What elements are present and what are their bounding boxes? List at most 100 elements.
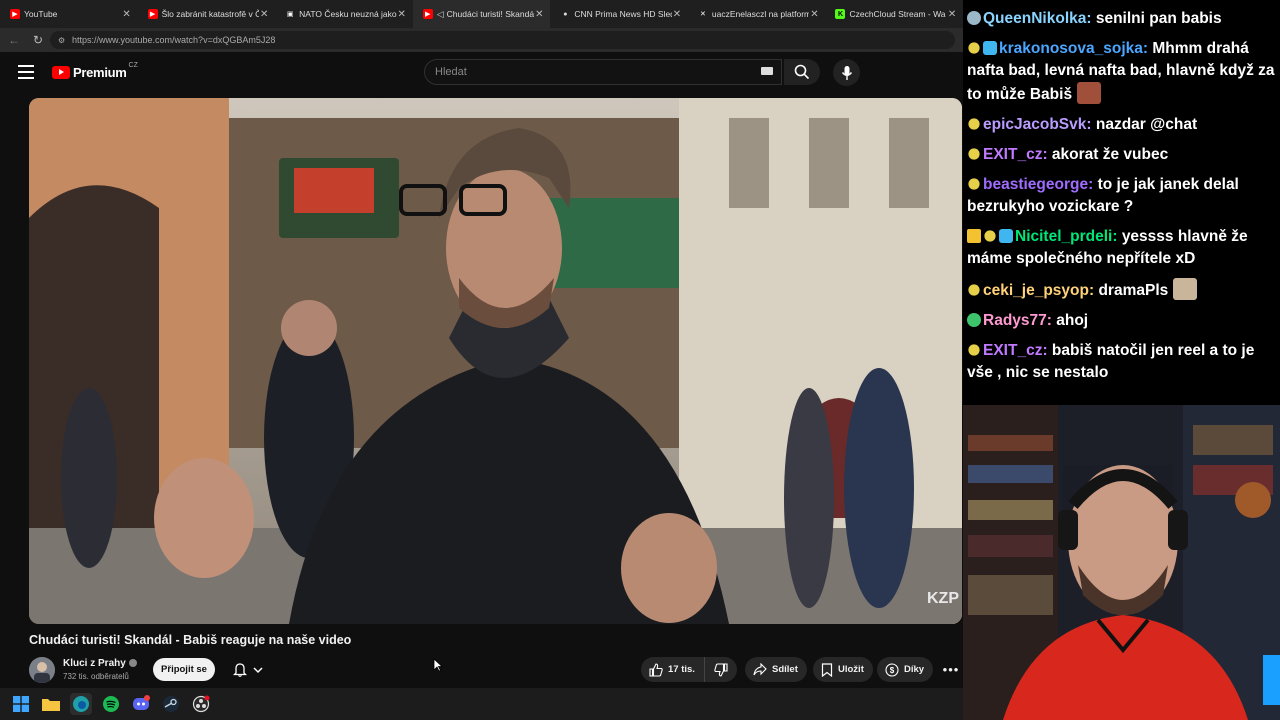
spotify-icon bbox=[103, 696, 119, 712]
chat-username[interactable]: QueenNikolka bbox=[983, 10, 1086, 27]
verified-icon bbox=[128, 659, 137, 668]
youtube-play-icon bbox=[52, 66, 70, 79]
browser-tab[interactable]: ▣ NATO Česku neuzná jako ú ✕ bbox=[275, 0, 413, 28]
join-button[interactable]: Připojit se bbox=[153, 658, 215, 681]
chat-username[interactable]: krakonosova_sojka bbox=[999, 40, 1143, 57]
close-tab-icon[interactable]: ✕ bbox=[122, 9, 132, 20]
chat-separator: : bbox=[1086, 116, 1096, 133]
tab-title: CNN Prima News HD Sleduj bbox=[574, 9, 672, 19]
obs-icon bbox=[192, 695, 210, 713]
chat-message: EXIT_cz: babiš natočil jen reel a to je … bbox=[966, 340, 1276, 384]
browser-address-bar: ← ↻ ⚙ https://www.youtube.com/watch?v=dx… bbox=[0, 28, 963, 52]
close-tab-icon[interactable]: ✕ bbox=[397, 9, 407, 20]
channel-name: Kluci z Prahy bbox=[63, 658, 126, 669]
menu-icon[interactable] bbox=[18, 65, 34, 79]
chevron-down-icon bbox=[253, 666, 263, 673]
gift-badge-icon bbox=[967, 313, 981, 327]
voice-search-button[interactable] bbox=[833, 59, 860, 86]
taskbar-steam[interactable] bbox=[160, 693, 182, 715]
edge-icon bbox=[73, 696, 89, 712]
notification-bell-button[interactable] bbox=[226, 658, 270, 681]
thanks-button[interactable]: $ Díky bbox=[877, 657, 933, 682]
youtube-premium-logo[interactable]: Premium CZ bbox=[52, 62, 138, 80]
speaker-icon[interactable]: ◁ bbox=[437, 9, 444, 20]
mouse-cursor bbox=[433, 658, 444, 677]
sub-badge-icon bbox=[966, 146, 982, 162]
video-frame: KZP bbox=[29, 98, 962, 624]
chat-text: ahoj bbox=[1056, 312, 1089, 329]
taskbar-file-explorer[interactable] bbox=[40, 693, 62, 715]
keyboard-icon[interactable] bbox=[761, 67, 773, 75]
gem-icon bbox=[983, 41, 997, 55]
close-tab-icon[interactable]: ✕ bbox=[534, 9, 544, 20]
chat-username[interactable]: epicJacobSvk bbox=[983, 116, 1086, 133]
tab-title: Šlo zabránit katastrofě v Čern bbox=[161, 9, 260, 19]
search-placeholder: Hledat bbox=[435, 66, 467, 78]
chat-username[interactable]: EXIT_cz bbox=[983, 146, 1042, 163]
chat-message: Nicitel_prdeli: yessss hlavně že máme sp… bbox=[967, 226, 1276, 270]
url-field[interactable]: ⚙ https://www.youtube.com/watch?v=dxQGBA… bbox=[50, 31, 955, 49]
reload-button[interactable]: ↻ bbox=[28, 30, 48, 50]
sub-badge-icon bbox=[966, 40, 982, 56]
close-tab-icon[interactable]: ✕ bbox=[672, 9, 682, 20]
taskbar-edge[interactable] bbox=[70, 693, 92, 715]
stream-chat-overlay: QueenNikolka: senilni pan babis krakonoso… bbox=[963, 0, 1280, 405]
chat-separator: : bbox=[1088, 176, 1098, 193]
taskbar-discord[interactable] bbox=[130, 693, 152, 715]
browser-tab[interactable]: ✕uaczEnelasczl na platformě X✕ bbox=[688, 0, 826, 28]
search-input[interactable]: Hledat bbox=[424, 59, 782, 85]
chat-username[interactable]: ceki_je_psyop bbox=[983, 282, 1089, 299]
share-button[interactable]: Sdílet bbox=[745, 657, 807, 682]
more-actions-button[interactable]: ••• bbox=[940, 657, 962, 682]
cnn-icon: ● bbox=[563, 10, 568, 18]
video-player[interactable]: KZP bbox=[29, 98, 962, 624]
discord-icon bbox=[133, 695, 150, 710]
thumbs-up-icon bbox=[649, 662, 663, 677]
chat-username[interactable]: Radys77 bbox=[983, 312, 1047, 329]
chat-message: krakonosova_sojka: Mhmm drahá nafta bad,… bbox=[966, 38, 1276, 106]
youtube-icon: ▶ bbox=[10, 9, 20, 19]
webcam-frame bbox=[963, 405, 1280, 720]
sub-badge-icon bbox=[966, 282, 982, 298]
streamer-webcam bbox=[963, 405, 1280, 720]
browser-tab[interactable]: ● CNN Prima News HD Sleduj ✕ bbox=[550, 0, 688, 28]
dislike-button[interactable] bbox=[705, 657, 737, 682]
search-button[interactable] bbox=[784, 59, 820, 85]
microphone-icon bbox=[841, 65, 852, 80]
chat-message: EXIT_cz: akorat že vubec bbox=[966, 144, 1276, 166]
chat-separator: : bbox=[1046, 312, 1057, 329]
close-tab-icon[interactable]: ✕ bbox=[809, 9, 819, 20]
chat-message: QueenNikolka: senilni pan babis bbox=[967, 8, 1276, 30]
taskbar-spotify[interactable] bbox=[100, 693, 122, 715]
news-icon: ▣ bbox=[286, 11, 294, 18]
chat-text: akorat že vubec bbox=[1051, 146, 1169, 163]
chat-username[interactable]: EXIT_cz bbox=[983, 342, 1042, 359]
tab-title: NATO Česku neuzná jako ú bbox=[299, 9, 397, 19]
channel-name-row[interactable]: Kluci z Prahy bbox=[63, 658, 137, 669]
browser-tab[interactable]: ▶Šlo zabránit katastrofě v Čern✕ bbox=[138, 0, 276, 28]
windows-start-button[interactable] bbox=[10, 693, 32, 715]
back-button[interactable]: ← bbox=[4, 30, 24, 50]
save-button[interactable]: Uložit bbox=[813, 657, 873, 682]
bookmark-icon bbox=[821, 662, 833, 677]
dancing-emote bbox=[1173, 278, 1198, 300]
chat-separator: : bbox=[1112, 228, 1122, 245]
chat-username[interactable]: Nicitel_prdeli bbox=[1015, 228, 1112, 245]
thumbs-down-icon bbox=[714, 662, 728, 677]
bell-icon bbox=[233, 663, 247, 677]
channel-avatar[interactable] bbox=[29, 657, 55, 683]
taskbar-obs[interactable] bbox=[190, 693, 212, 715]
tab-title: CzechCloud Stream - Wa bbox=[849, 9, 946, 19]
browser-tab[interactable]: ▶ YouTube ✕ bbox=[0, 0, 138, 28]
svg-text:$: $ bbox=[890, 666, 895, 675]
chat-message: beastiegeorge: to je jak janek delal bez… bbox=[966, 174, 1276, 218]
kick-icon: K bbox=[835, 9, 846, 19]
site-info-icon[interactable]: ⚙ bbox=[58, 36, 68, 45]
like-button[interactable]: 17 tis. bbox=[641, 657, 705, 682]
browser-tab[interactable]: ▶ ◁ Chudáci turisti! Skandál ✕ bbox=[412, 0, 551, 28]
video-title: Chudáci turisti! Skandál - Babiš reaguje… bbox=[29, 633, 352, 647]
browser-tab[interactable]: K CzechCloud Stream - Wa ✕ bbox=[825, 0, 963, 28]
close-tab-icon[interactable]: ✕ bbox=[259, 9, 269, 20]
close-tab-icon[interactable]: ✕ bbox=[947, 9, 957, 20]
chat-username[interactable]: beastiegeorge bbox=[983, 176, 1088, 193]
